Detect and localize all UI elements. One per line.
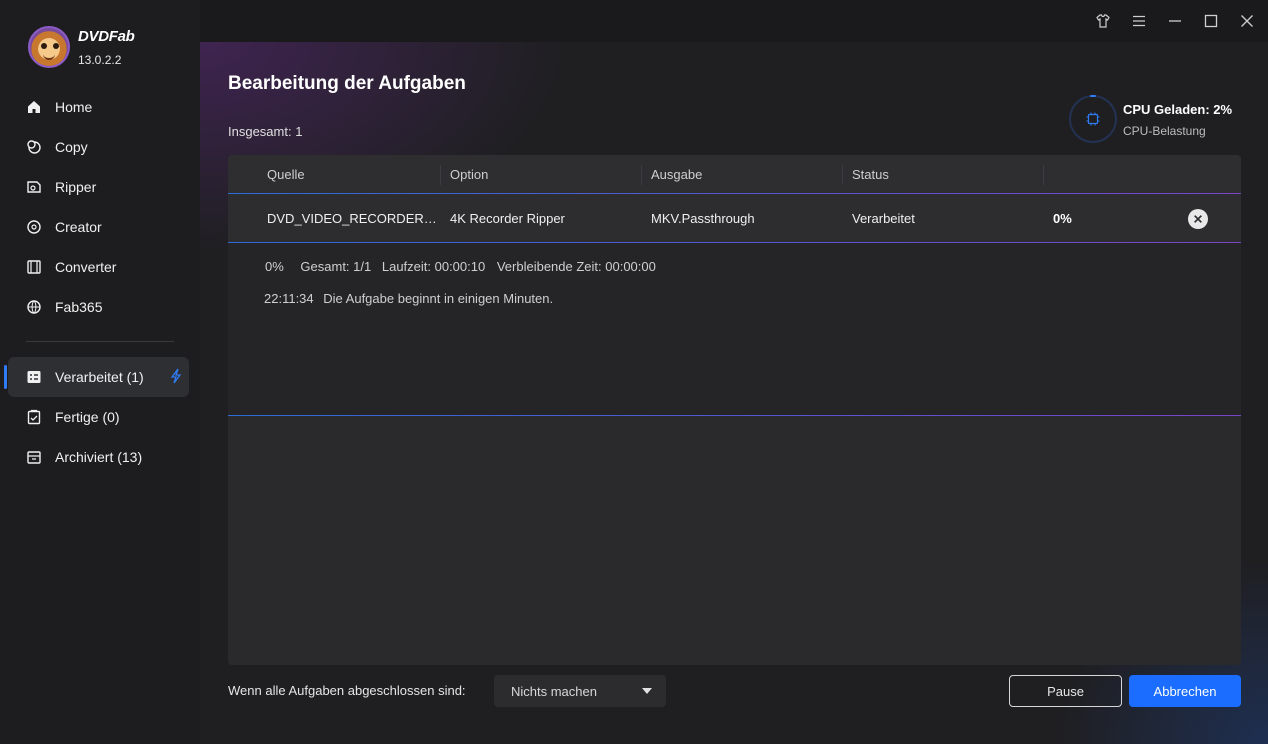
progress-total: Gesamt: 1/1 xyxy=(300,259,372,274)
column-separator xyxy=(842,165,843,185)
column-header-output[interactable]: Ausgabe xyxy=(651,167,702,182)
maximize-icon[interactable] xyxy=(1202,12,1220,30)
select-value: Nichts machen xyxy=(511,683,597,699)
log-line: 22:11:34 Die Aufgabe beginnt in einigen … xyxy=(264,291,559,306)
total-count: Insgesamt: 1 xyxy=(228,124,303,139)
log-text: Die Aufgabe beginnt in einigen Minuten. xyxy=(323,291,554,306)
log-time: 22:11:34 xyxy=(264,291,314,306)
menu-icon[interactable] xyxy=(1130,12,1148,30)
sidebar-item-label: Ripper xyxy=(55,179,97,195)
column-separator xyxy=(440,165,441,185)
dvdfab-logo-icon xyxy=(28,26,70,68)
cpu-load-label: CPU Geladen: 2% xyxy=(1123,102,1233,117)
sidebar-item-home[interactable]: Home xyxy=(0,87,200,127)
cpu-ring xyxy=(1069,95,1117,143)
brand: DVDFab 13.0.2.2 xyxy=(28,26,188,70)
creator-icon xyxy=(26,219,42,235)
sidebar-item-label: Converter xyxy=(55,259,117,275)
sidebar-item-ripper[interactable]: Ripper xyxy=(0,167,200,207)
sidebar-item-archive[interactable]: Archiviert (13) xyxy=(0,437,200,477)
close-icon xyxy=(1194,215,1202,223)
title-bar xyxy=(200,0,1268,42)
converter-icon xyxy=(26,259,42,275)
home-icon xyxy=(26,99,42,115)
main-panel: Bearbeitung der Aufgaben Insgesamt: 1 CP… xyxy=(200,0,1268,744)
processing-icon xyxy=(26,369,42,385)
app-name: DVDFab xyxy=(78,28,135,45)
column-header-option[interactable]: Option xyxy=(450,167,488,182)
progress-remaining: Verbleibende Zeit: 00:00:00 xyxy=(496,259,656,274)
sidebar-item-label: Home xyxy=(55,99,93,115)
table-header: Quelle Option Ausgabe Status xyxy=(228,155,1241,195)
task-details: 0% Gesamt: 1/1 Laufzeit: 00:00:10 Verble… xyxy=(228,243,1241,416)
row-option: 4K Recorder Ripper xyxy=(450,211,565,226)
table-row[interactable]: DVD_VIDEO_RECORDER_VR 4K Recorder Ripper… xyxy=(228,195,1241,243)
sidebar-item-processing[interactable]: Verarbeitet (1) xyxy=(4,357,189,397)
cpu-chip-icon xyxy=(1086,112,1100,126)
sidebar-item-fab365[interactable]: Fab365 xyxy=(0,287,200,327)
archive-icon xyxy=(26,449,42,465)
after-completion-label: Wenn alle Aufgaben abgeschlossen sind: xyxy=(228,683,466,698)
sidebar-item-creator[interactable]: Creator xyxy=(0,207,200,247)
ripper-icon xyxy=(26,179,42,195)
progress-percent: 0% xyxy=(265,259,284,274)
sidebar-item-label: Archiviert (13) xyxy=(55,449,143,465)
progress-line: 0% Gesamt: 1/1 Laufzeit: 00:00:10 Verble… xyxy=(265,259,669,274)
cancel-button[interactable]: Abbrechen xyxy=(1129,675,1241,707)
cpu-load-widget: CPU Geladen: 2% CPU-Belastung xyxy=(1069,95,1259,145)
sidebar-item-label: Fab365 xyxy=(55,299,103,315)
skin-icon[interactable] xyxy=(1094,12,1112,30)
main-nav: Home Copy Ripper Creator Converter Fab36… xyxy=(0,87,200,327)
column-separator xyxy=(1043,165,1044,185)
sidebar-item-label: Copy xyxy=(55,139,88,155)
page-title: Bearbeitung der Aufgaben xyxy=(228,73,466,94)
column-header-source[interactable]: Quelle xyxy=(267,167,305,182)
column-separator xyxy=(641,165,642,185)
sidebar-item-copy[interactable]: Copy xyxy=(0,127,200,167)
progress-runtime: Laufzeit: 00:00:10 xyxy=(381,259,486,274)
app-version: 13.0.2.2 xyxy=(78,53,122,67)
row-source: DVD_VIDEO_RECORDER_VR xyxy=(267,211,437,226)
finished-icon xyxy=(26,409,42,425)
sidebar-item-label: Fertige (0) xyxy=(55,409,120,425)
fab365-icon xyxy=(26,299,42,315)
pause-button[interactable]: Pause xyxy=(1009,675,1122,707)
caret-down-icon xyxy=(642,688,652,694)
after-completion-select[interactable]: Nichts machen xyxy=(494,675,666,707)
task-table: Quelle Option Ausgabe Status DVD_VIDEO_R… xyxy=(228,155,1241,665)
sidebar-item-finished[interactable]: Fertige (0) xyxy=(0,397,200,437)
sidebar: DVDFab 13.0.2.2 Home Copy Ripper Creator… xyxy=(0,0,200,744)
task-nav: Verarbeitet (1) Fertige (0) Archiviert (… xyxy=(0,357,200,477)
sidebar-item-converter[interactable]: Converter xyxy=(0,247,200,287)
sidebar-item-label: Verarbeitet (1) xyxy=(55,369,144,385)
row-output: MKV.Passthrough xyxy=(651,211,755,226)
close-icon[interactable] xyxy=(1238,12,1256,30)
cpu-load-sub: CPU-Belastung xyxy=(1123,124,1206,138)
minimize-icon[interactable] xyxy=(1166,12,1184,30)
copy-icon xyxy=(26,139,42,155)
column-header-status[interactable]: Status xyxy=(852,167,889,182)
sidebar-item-label: Creator xyxy=(55,219,102,235)
sidebar-divider xyxy=(26,341,174,342)
row-percent: 0% xyxy=(1053,211,1072,226)
remove-task-button[interactable] xyxy=(1188,209,1208,229)
lightning-icon xyxy=(169,368,183,384)
row-status: Verarbeitet xyxy=(852,211,915,226)
